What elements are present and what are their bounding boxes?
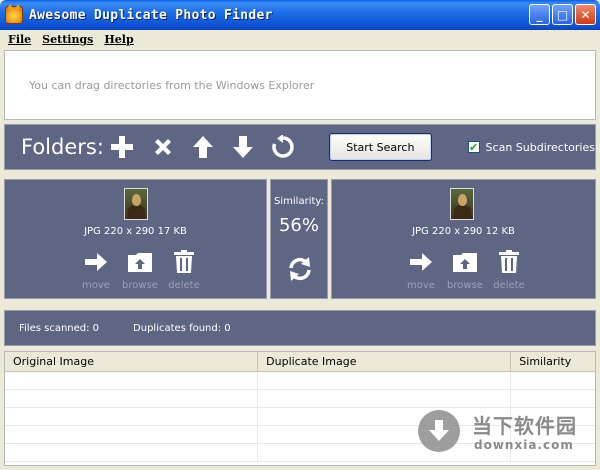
original-thumbnail bbox=[124, 188, 148, 220]
similarity-value: 56% bbox=[278, 215, 319, 236]
maximize-button[interactable]: □ bbox=[552, 4, 573, 25]
duplicate-image-panel: JPG 220 x 290 12 KB move browse delete bbox=[331, 179, 596, 299]
duplicate-move-button[interactable]: move bbox=[402, 250, 440, 291]
original-image-info: JPG 220 x 290 17 KB bbox=[84, 226, 187, 237]
column-duplicate-image[interactable]: Duplicate Image bbox=[258, 352, 512, 371]
browse-folder-icon bbox=[446, 250, 484, 274]
menu-help[interactable]: Help bbox=[104, 33, 133, 46]
trash-icon bbox=[165, 250, 203, 274]
original-delete-button[interactable]: delete bbox=[165, 250, 203, 291]
window-title: Awesome Duplicate Photo Finder bbox=[29, 7, 273, 23]
menu-file[interactable]: File bbox=[8, 33, 31, 46]
scan-subdirectories-label: Scan Subdirectories bbox=[485, 140, 595, 154]
original-actions: move browse delete bbox=[77, 250, 203, 291]
reset-icon[interactable] bbox=[271, 134, 295, 160]
download-arrow-icon bbox=[418, 410, 460, 452]
table-header: Original Image Duplicate Image Similarit… bbox=[5, 352, 595, 372]
duplicate-thumbnail bbox=[450, 188, 474, 220]
browse-folder-icon bbox=[121, 250, 159, 274]
duplicate-image-info: JPG 220 x 290 12 KB bbox=[412, 226, 515, 237]
scan-subdirectories-checkbox[interactable]: ✔ bbox=[467, 141, 480, 153]
move-down-icon[interactable] bbox=[231, 134, 255, 160]
watermark-cn: 当下软件园 bbox=[472, 414, 577, 438]
scan-status-bar: Files scanned: 0 Duplicates found: 0 bbox=[4, 310, 596, 346]
files-scanned: Files scanned: 0 bbox=[19, 322, 100, 334]
original-image-panel: JPG 220 x 290 17 KB move browse delete bbox=[4, 179, 267, 299]
original-browse-button[interactable]: browse bbox=[121, 250, 159, 291]
watermark-en: downxia.com bbox=[474, 438, 574, 452]
scan-subdirectories-option[interactable]: ✔ Scan Subdirectories bbox=[467, 140, 595, 154]
move-up-icon[interactable] bbox=[191, 134, 215, 160]
menu-settings[interactable]: Settings bbox=[42, 33, 93, 46]
start-search-button[interactable]: Start Search bbox=[329, 133, 432, 161]
similarity-panel: Similarity: 56% bbox=[270, 179, 328, 299]
swap-icon[interactable] bbox=[287, 256, 313, 282]
window-controls: _ □ ✕ bbox=[529, 4, 596, 25]
move-arrow-icon bbox=[402, 250, 440, 274]
duplicates-found: Duplicates found: 0 bbox=[133, 322, 231, 334]
column-similarity[interactable]: Similarity bbox=[511, 352, 595, 371]
similarity-label: Similarity: bbox=[274, 196, 324, 207]
move-arrow-icon bbox=[77, 250, 115, 274]
folders-toolbar: Folders: Start Search ✔ Scan Subdirector… bbox=[4, 124, 596, 170]
trash-icon bbox=[490, 250, 528, 274]
title-bar[interactable]: Awesome Duplicate Photo Finder _ □ ✕ bbox=[0, 0, 600, 30]
minimize-button[interactable]: _ bbox=[529, 4, 550, 25]
remove-icon[interactable] bbox=[150, 134, 174, 160]
duplicate-actions: move browse delete bbox=[402, 250, 528, 291]
folder-drop-area[interactable]: You can drag directories from the Window… bbox=[4, 50, 596, 120]
menu-bar: File Settings Help bbox=[0, 30, 600, 49]
duplicate-delete-button[interactable]: delete bbox=[490, 250, 528, 291]
drop-hint: You can drag directories from the Window… bbox=[29, 79, 315, 92]
app-cat-icon bbox=[5, 4, 23, 24]
watermark: 当下软件园 downxia.com bbox=[412, 404, 592, 460]
table-row bbox=[5, 372, 595, 390]
close-button[interactable]: ✕ bbox=[575, 4, 596, 25]
add-icon[interactable] bbox=[110, 134, 134, 160]
folders-label: Folders: bbox=[21, 135, 104, 159]
column-original-image[interactable]: Original Image bbox=[5, 352, 259, 371]
duplicate-browse-button[interactable]: browse bbox=[446, 250, 484, 291]
original-move-button[interactable]: move bbox=[77, 250, 115, 291]
